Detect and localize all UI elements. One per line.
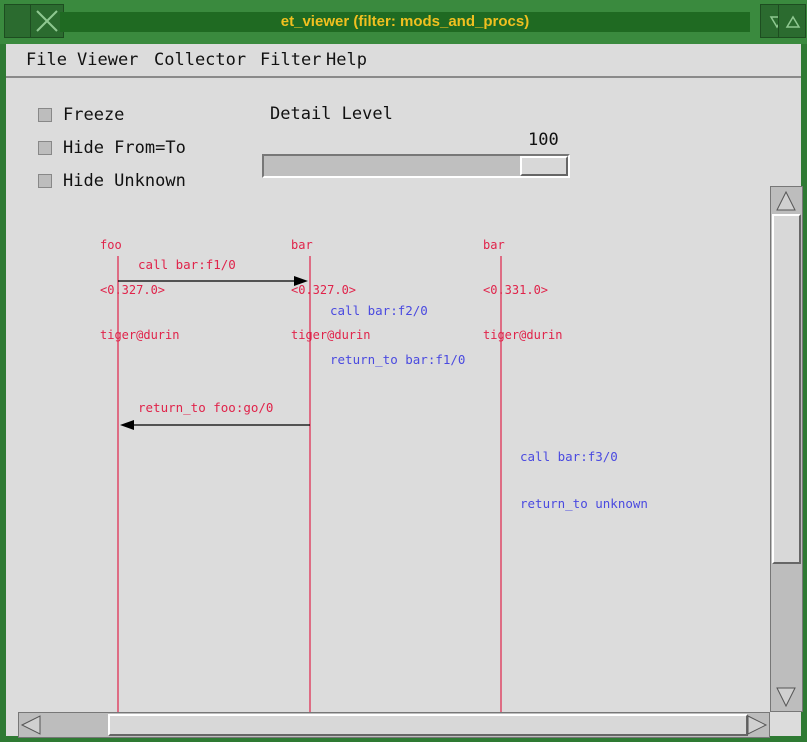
- event-label-3[interactable]: return_to bar:f1/0: [330, 352, 465, 367]
- event-label-5[interactable]: call bar:f3/0: [520, 449, 618, 464]
- process-node: tiger@durin: [291, 328, 371, 342]
- process-header-1[interactable]: foo <0.327.0> tiger@durin: [100, 208, 179, 373]
- scroll-down-icon[interactable]: [775, 686, 797, 708]
- process-node: tiger@durin: [483, 328, 563, 342]
- close-icon[interactable]: [30, 4, 64, 38]
- hide-unknown-checkbox[interactable]: [38, 174, 52, 188]
- event-label-6[interactable]: return_to unknown: [520, 496, 648, 511]
- hide-from-to-checkbox[interactable]: [38, 141, 52, 155]
- horizontal-scroll-thumb[interactable]: [108, 714, 748, 736]
- scroll-right-icon[interactable]: [746, 714, 768, 736]
- hide-from-to-label: Hide From=To: [63, 138, 186, 158]
- process-header-3[interactable]: bar <0.331.0> tiger@durin: [483, 208, 562, 373]
- menu-collector[interactable]: Collector: [154, 50, 246, 70]
- detail-level-slider-thumb[interactable]: [520, 156, 568, 176]
- process-pid: <0.327.0>: [100, 283, 166, 297]
- process-header-2[interactable]: bar <0.327.0> tiger@durin: [291, 208, 370, 373]
- scroll-up-icon[interactable]: [775, 190, 797, 212]
- menu-filter[interactable]: Filter: [260, 50, 321, 70]
- menu-file[interactable]: File: [26, 50, 67, 70]
- process-pid: <0.327.0>: [291, 283, 357, 297]
- maximize-icon[interactable]: [778, 4, 806, 38]
- message-arrow-2[interactable]: [120, 420, 310, 430]
- detail-level-value: 100: [528, 130, 559, 150]
- menu-viewer[interactable]: Viewer: [77, 50, 138, 70]
- process-name: foo: [100, 238, 122, 252]
- detail-level-label: Detail Level: [270, 104, 393, 124]
- process-node: tiger@durin: [100, 328, 180, 342]
- window-title: et_viewer (filter: mods_and_procs): [60, 12, 750, 32]
- scroll-left-icon[interactable]: [20, 714, 42, 736]
- process-pid: <0.331.0>: [483, 283, 549, 297]
- event-label-2[interactable]: call bar:f2/0: [330, 303, 428, 318]
- vertical-scroll-thumb[interactable]: [772, 214, 801, 564]
- hide-unknown-label: Hide Unknown: [63, 171, 186, 191]
- sequence-diagram-canvas[interactable]: foo <0.327.0> tiger@durin bar <0.327.0> …: [8, 192, 770, 712]
- process-name: bar: [483, 238, 505, 252]
- event-label-4[interactable]: return_to foo:go/0: [138, 400, 273, 415]
- event-label-1[interactable]: call bar:f1/0: [138, 257, 236, 272]
- menu-help[interactable]: Help: [326, 50, 367, 70]
- freeze-checkbox[interactable]: [38, 108, 52, 122]
- freeze-label: Freeze: [63, 105, 125, 125]
- process-name: bar: [291, 238, 313, 252]
